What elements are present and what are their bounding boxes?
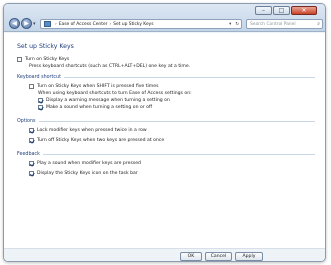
- display-icon-checkbox[interactable]: [29, 171, 34, 176]
- search-icon[interactable]: ⌕: [317, 21, 320, 27]
- breadcrumb-separator: ›: [109, 21, 112, 27]
- section-divider: [38, 121, 315, 122]
- turn-on-sticky-keys-label: Turn on Sticky Keys: [25, 57, 70, 62]
- lock-modifier-checkbox[interactable]: [29, 128, 34, 133]
- breadcrumb-ease-of-access-center[interactable]: Ease of Access Center: [59, 22, 108, 27]
- play-sound-checkbox[interactable]: [29, 161, 34, 166]
- dialog-footer: OK Cancel Apply: [4, 248, 325, 261]
- search-input[interactable]: Search Control Panel ⌕: [246, 19, 323, 29]
- section-options: Options: [17, 119, 315, 124]
- section-divider: [63, 77, 315, 78]
- window-controls: – □ ✕: [255, 6, 317, 15]
- when-using-text: When using keyboard shortcuts to turn Ea…: [38, 90, 315, 97]
- section-options-title: Options: [17, 119, 36, 124]
- turn-on-help-text: Press keyboard shortcuts (such as CTRL+A…: [29, 63, 315, 70]
- shift-five-times-label: Turn on Sticky Keys when SHIFT is presse…: [37, 84, 159, 89]
- when-using-label: When using keyboard shortcuts to turn Ea…: [38, 91, 192, 96]
- play-sound-option[interactable]: Play a sound when modifier keys are pres…: [29, 160, 315, 167]
- display-icon-option[interactable]: Display the Sticky Keys icon on the task…: [29, 170, 315, 177]
- section-keyboard-shortcut: Keyboard shortcut: [17, 75, 315, 80]
- turn-on-sticky-keys-checkbox[interactable]: [17, 57, 22, 62]
- turn-off-two-keys-checkbox[interactable]: [29, 138, 34, 143]
- display-icon-label: Display the Sticky Keys icon on the task…: [37, 171, 138, 176]
- navigation-buttons: ◀ ▶ ▾: [9, 18, 36, 29]
- address-bar[interactable]: › Ease of Access Center › Set up Sticky …: [40, 19, 242, 29]
- turn-off-two-keys-label: Turn off Sticky Keys when two keys are p…: [37, 138, 165, 143]
- turn-off-two-keys-option[interactable]: Turn off Sticky Keys when two keys are p…: [29, 137, 315, 144]
- section-feedback: Feedback: [17, 152, 315, 157]
- turn-on-help-label: Press keyboard shortcuts (such as CTRL+A…: [29, 64, 191, 69]
- make-sound-checkbox[interactable]: [38, 105, 43, 110]
- cancel-button[interactable]: Cancel: [205, 252, 232, 261]
- turn-on-sticky-keys-option[interactable]: Turn on Sticky Keys: [17, 56, 315, 63]
- back-arrow-icon[interactable]: ◀: [9, 18, 20, 29]
- breadcrumb-set-up-sticky-keys[interactable]: Set up Sticky Keys: [113, 22, 153, 27]
- breadcrumb-separator: ›: [55, 21, 57, 27]
- refresh-icon[interactable]: ↻: [233, 22, 241, 27]
- ok-button[interactable]: OK: [180, 252, 202, 261]
- main-content: Set up Sticky Keys Turn on Sticky Keys P…: [4, 33, 325, 248]
- control-panel-icon: [44, 21, 51, 27]
- page-title: Set up Sticky Keys: [17, 43, 74, 50]
- apply-button[interactable]: Apply: [235, 252, 263, 261]
- shift-five-times-checkbox[interactable]: [29, 84, 34, 89]
- title-bar: – □ ✕ ◀ ▶ ▾ › Ease of Access Center › Se…: [4, 4, 325, 32]
- lock-modifier-label: Lock modifier keys when pressed twice in…: [37, 128, 147, 133]
- recent-pages-dropdown[interactable]: ▾: [33, 21, 36, 27]
- forward-arrow-icon[interactable]: ▶: [21, 18, 32, 29]
- section-keyboard-shortcut-title: Keyboard shortcut: [17, 75, 61, 80]
- shift-five-times-option[interactable]: Turn on Sticky Keys when SHIFT is presse…: [29, 83, 315, 90]
- section-divider: [42, 154, 315, 155]
- make-sound-option[interactable]: Make a sound when turning a setting on o…: [38, 104, 315, 111]
- warning-message-label: Display a warning message when turning a…: [46, 98, 170, 103]
- warning-message-checkbox[interactable]: [38, 98, 43, 103]
- section-feedback-title: Feedback: [17, 152, 40, 157]
- close-button[interactable]: ✕: [291, 6, 317, 15]
- lock-modifier-option[interactable]: Lock modifier keys when pressed twice in…: [29, 127, 315, 134]
- search-placeholder: Search Control Panel: [250, 21, 296, 27]
- control-panel-window: – □ ✕ ◀ ▶ ▾ › Ease of Access Center › Se…: [3, 3, 326, 262]
- maximize-button[interactable]: □: [273, 6, 290, 15]
- warning-message-option[interactable]: Display a warning message when turning a…: [38, 97, 315, 104]
- minimize-button[interactable]: –: [255, 6, 272, 15]
- make-sound-label: Make a sound when turning a setting on o…: [46, 105, 153, 110]
- play-sound-label: Play a sound when modifier keys are pres…: [37, 161, 141, 166]
